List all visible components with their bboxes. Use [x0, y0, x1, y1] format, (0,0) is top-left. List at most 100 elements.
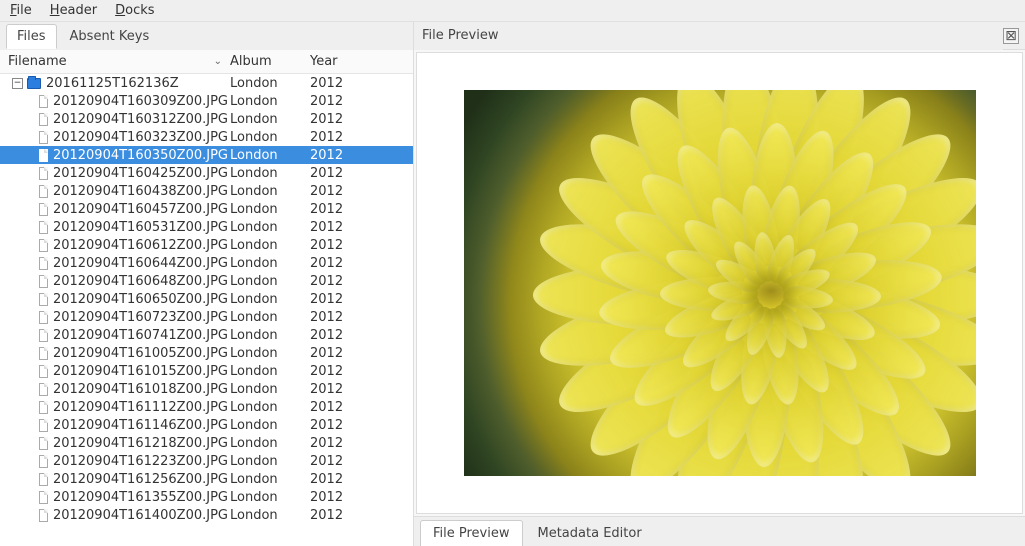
- file-year: 2012: [308, 274, 368, 289]
- tree-file-row[interactable]: 20120904T161223Z00.JPGLondon2012: [0, 452, 413, 470]
- col-album[interactable]: Album: [228, 50, 308, 73]
- file-name: 20120904T161015Z00.JPG: [53, 364, 228, 379]
- file-icon: [39, 185, 48, 198]
- tree-body[interactable]: −20161125T162136ZLondon201220120904T1603…: [0, 74, 413, 546]
- file-icon: [39, 455, 48, 468]
- file-album: London: [228, 202, 308, 217]
- folder-name: 20161125T162136Z: [46, 76, 179, 91]
- file-icon: [39, 149, 48, 162]
- file-icon: [39, 437, 48, 450]
- file-icon: [39, 95, 48, 108]
- tree-file-row[interactable]: 20120904T161018Z00.JPGLondon2012: [0, 380, 413, 398]
- menu-header[interactable]: Header: [50, 3, 97, 18]
- file-year: 2012: [308, 364, 368, 379]
- file-album: London: [228, 382, 308, 397]
- file-year: 2012: [308, 166, 368, 181]
- preview-header: File Preview ⊠: [414, 22, 1025, 50]
- file-name: 20120904T161146Z00.JPG: [53, 418, 228, 433]
- file-album: London: [228, 364, 308, 379]
- file-album: London: [228, 274, 308, 289]
- tree-file-row[interactable]: 20120904T161218Z00.JPGLondon2012: [0, 434, 413, 452]
- file-album: London: [228, 418, 308, 433]
- tree-folder-row[interactable]: −20161125T162136ZLondon2012: [0, 74, 413, 92]
- folder-icon: [27, 78, 41, 89]
- tree-file-row[interactable]: 20120904T160644Z00.JPGLondon2012: [0, 254, 413, 272]
- file-name: 20120904T161223Z00.JPG: [53, 454, 228, 469]
- tree-file-row[interactable]: 20120904T160323Z00.JPGLondon2012: [0, 128, 413, 146]
- file-year: 2012: [308, 238, 368, 253]
- tree-file-row[interactable]: 20120904T160531Z00.JPGLondon2012: [0, 218, 413, 236]
- file-year: 2012: [308, 220, 368, 235]
- file-name: 20120904T160531Z00.JPG: [53, 220, 228, 235]
- tree-file-row[interactable]: 20120904T160648Z00.JPGLondon2012: [0, 272, 413, 290]
- col-year[interactable]: Year: [308, 50, 368, 73]
- right-panel: File Preview ⊠ File Preview Metadata Edi…: [414, 22, 1025, 546]
- file-icon: [39, 221, 48, 234]
- file-icon: [39, 365, 48, 378]
- folder-year: 2012: [308, 76, 368, 91]
- file-icon: [39, 329, 48, 342]
- tree-file-row[interactable]: 20120904T161355Z00.JPGLondon2012: [0, 488, 413, 506]
- col-filename[interactable]: Filename ⌄: [0, 50, 228, 73]
- file-icon: [39, 347, 48, 360]
- file-year: 2012: [308, 256, 368, 271]
- tree-file-row[interactable]: 20120904T160425Z00.JPGLondon2012: [0, 164, 413, 182]
- tree-file-row[interactable]: 20120904T160309Z00.JPGLondon2012: [0, 92, 413, 110]
- file-icon: [39, 113, 48, 126]
- file-name: 20120904T161018Z00.JPG: [53, 382, 228, 397]
- file-album: London: [228, 220, 308, 235]
- tree-file-row[interactable]: 20120904T160741Z00.JPGLondon2012: [0, 326, 413, 344]
- file-year: 2012: [308, 94, 368, 109]
- tree-file-row[interactable]: 20120904T160612Z00.JPGLondon2012: [0, 236, 413, 254]
- file-icon: [39, 257, 48, 270]
- tree-file-row[interactable]: 20120904T160350Z00.JPGLondon2012: [0, 146, 413, 164]
- tree-file-row[interactable]: 20120904T161256Z00.JPGLondon2012: [0, 470, 413, 488]
- file-album: London: [228, 166, 308, 181]
- tree-file-row[interactable]: 20120904T161112Z00.JPGLondon2012: [0, 398, 413, 416]
- file-year: 2012: [308, 508, 368, 523]
- tab-absent-keys[interactable]: Absent Keys: [59, 24, 161, 49]
- file-name: 20120904T160312Z00.JPG: [53, 112, 228, 127]
- file-year: 2012: [308, 112, 368, 127]
- close-icon[interactable]: ⊠: [1003, 28, 1019, 44]
- file-album: London: [228, 256, 308, 271]
- file-year: 2012: [308, 328, 368, 343]
- file-album: London: [228, 436, 308, 451]
- tree-file-row[interactable]: 20120904T160457Z00.JPGLondon2012: [0, 200, 413, 218]
- file-name: 20120904T161112Z00.JPG: [53, 400, 228, 415]
- file-album: London: [228, 328, 308, 343]
- file-name: 20120904T160650Z00.JPG: [53, 292, 228, 307]
- tree-file-row[interactable]: 20120904T161146Z00.JPGLondon2012: [0, 416, 413, 434]
- file-year: 2012: [308, 382, 368, 397]
- file-album: London: [228, 310, 308, 325]
- bottom-tabs: File Preview Metadata Editor: [414, 516, 1025, 546]
- file-name: 20120904T161400Z00.JPG: [53, 508, 228, 523]
- menu-file[interactable]: File: [10, 3, 32, 18]
- tree-file-row[interactable]: 20120904T161015Z00.JPGLondon2012: [0, 362, 413, 380]
- tab-files[interactable]: Files: [6, 24, 57, 49]
- tree-file-row[interactable]: 20120904T160312Z00.JPGLondon2012: [0, 110, 413, 128]
- file-icon: [39, 131, 48, 144]
- file-icon: [39, 275, 48, 288]
- tab-metadata-editor[interactable]: Metadata Editor: [525, 520, 655, 546]
- file-year: 2012: [308, 418, 368, 433]
- file-year: 2012: [308, 130, 368, 145]
- file-year: 2012: [308, 292, 368, 307]
- file-year: 2012: [308, 436, 368, 451]
- tree-file-row[interactable]: 20120904T160723Z00.JPGLondon2012: [0, 308, 413, 326]
- tree-file-row[interactable]: 20120904T160650Z00.JPGLondon2012: [0, 290, 413, 308]
- tree-file-row[interactable]: 20120904T161005Z00.JPGLondon2012: [0, 344, 413, 362]
- menu-docks[interactable]: Docks: [115, 3, 154, 18]
- collapse-icon[interactable]: −: [12, 78, 23, 89]
- file-album: London: [228, 454, 308, 469]
- file-icon: [39, 401, 48, 414]
- file-name: 20120904T160723Z00.JPG: [53, 310, 228, 325]
- col-spacer: [368, 50, 413, 73]
- file-name: 20120904T160648Z00.JPG: [53, 274, 228, 289]
- file-icon: [39, 473, 48, 486]
- tab-file-preview[interactable]: File Preview: [420, 520, 523, 546]
- tree-file-row[interactable]: 20120904T160438Z00.JPGLondon2012: [0, 182, 413, 200]
- file-year: 2012: [308, 472, 368, 487]
- tree-file-row[interactable]: 20120904T161400Z00.JPGLondon2012: [0, 506, 413, 524]
- file-album: London: [228, 292, 308, 307]
